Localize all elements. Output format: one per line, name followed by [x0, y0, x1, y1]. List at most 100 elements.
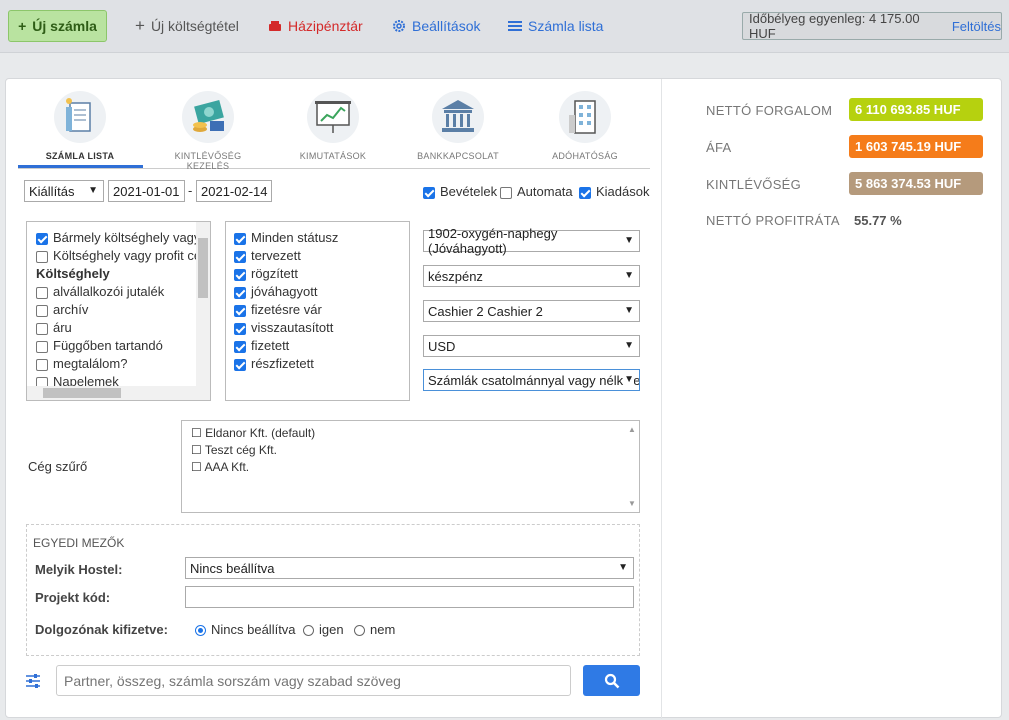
date-to-input[interactable]: 2021-02-14 — [196, 180, 272, 202]
list-item[interactable]: fizetésre vár — [234, 302, 322, 317]
list-item[interactable]: rögzített — [234, 266, 298, 281]
top-toolbar: + Új számla + Új költségtétel Házipénztá… — [0, 0, 1009, 53]
list-group-heading: Költséghely — [36, 266, 110, 281]
top-up-link[interactable]: Feltöltés — [952, 19, 1001, 34]
cash-register-button[interactable]: Házipénztár — [268, 10, 363, 42]
module-tabs: SZÁMLA LISTA KINTLÉVŐSÉG KEZELÉS KIMUTAT… — [18, 91, 650, 171]
scrollbar-thumb[interactable] — [198, 238, 208, 298]
building-icon — [559, 91, 611, 143]
net-turnover-label: NETTÓ FORGALOM — [706, 103, 833, 118]
horizontal-scrollbar[interactable] — [27, 386, 210, 400]
hostel-label: Melyik Hostel: — [35, 562, 123, 577]
tab-invoice-list[interactable]: SZÁMLA LISTA — [25, 91, 135, 161]
caret-down-icon: ▼ — [624, 235, 634, 246]
main-panel: SZÁMLA LISTA KINTLÉVŐSÉG KEZELÉS KIMUTAT… — [5, 78, 1002, 719]
list-item[interactable]: részfizetett — [234, 356, 314, 371]
list-item[interactable]: megtalálom? — [36, 356, 127, 371]
checkbox-icon — [36, 286, 48, 299]
tab-tax-authority[interactable]: ADÓHATÓSÁG — [530, 91, 640, 161]
expenses-checkbox[interactable]: Kiadások — [579, 184, 649, 199]
scroll-down-icon[interactable]: ▼ — [628, 499, 636, 508]
cost-center-list[interactable]: Bármely költséghely vagy Költséghely vag… — [26, 221, 211, 401]
receivables-label: KINTLÉVŐSÉG — [706, 177, 802, 192]
list-item[interactable]: fizetett — [234, 338, 289, 353]
list-item[interactable]: ☐ Teszt cég Kft. — [191, 443, 277, 457]
search-button[interactable] — [583, 665, 640, 696]
list-item[interactable]: tervezett — [234, 248, 301, 263]
checkbox-icon — [36, 322, 48, 335]
list-item[interactable]: Bármely költséghely vagy — [36, 230, 200, 245]
radio-yes[interactable]: igen — [303, 622, 344, 637]
filter-settings-icon[interactable] — [25, 673, 41, 692]
list-item[interactable]: alvállalkozói jutalék — [36, 284, 164, 299]
automatic-checkbox[interactable]: Automata — [500, 184, 573, 199]
checkbox-icon: ☐ — [191, 426, 206, 440]
receivables-value: 5 863 374.53 HUF — [849, 172, 983, 195]
scroll-up-icon[interactable]: ▲ — [628, 425, 636, 434]
list-item[interactable]: visszautasított — [234, 320, 333, 335]
hostel-select[interactable]: Nincs beállítva ▼ — [185, 557, 634, 579]
checkbox-icon — [234, 304, 246, 317]
project-code-input[interactable] — [185, 586, 634, 608]
list-item[interactable]: Költséghely vagy profit ce — [36, 248, 201, 263]
tab-bank[interactable]: BANKKAPCSOLAT — [403, 91, 513, 161]
vertical-scrollbar[interactable]: ▲ ▼ — [625, 421, 639, 512]
radio-icon — [195, 625, 206, 637]
checkbox-icon — [234, 340, 246, 353]
list-item[interactable]: ☐ AAA Kft. — [191, 460, 249, 474]
payment-method-select[interactable]: készpénz ▼ — [423, 265, 640, 287]
checkbox-icon — [36, 304, 48, 317]
list-item[interactable]: ☐ Eldanor Kft. (default) — [191, 426, 315, 440]
list-item[interactable]: Függőben tartandó — [36, 338, 163, 353]
net-profit-value: 55.77 % — [854, 213, 902, 228]
tab-reports[interactable]: KIMUTATÁSOK — [278, 91, 388, 161]
radio-not-set[interactable]: Nincs beállítva — [195, 622, 296, 637]
bank-icon — [432, 91, 484, 143]
custom-fields-section: EGYEDI MEZŐK Melyik Hostel: Nincs beállí… — [26, 524, 640, 656]
caret-down-icon: ▼ — [624, 270, 634, 281]
checkbox-icon: ☐ — [191, 443, 205, 457]
status-list[interactable]: Minden státusz tervezett rögzített jóváh… — [225, 221, 410, 401]
checkbox-icon — [234, 286, 246, 299]
net-profit-label: NETTÓ PROFITRÁTA — [706, 213, 840, 228]
attachment-filter-select[interactable]: Számlák csatolmánnyal vagy nélküle ▼ — [423, 369, 640, 391]
caret-down-icon: ▼ — [624, 305, 634, 316]
new-invoice-button[interactable]: + Új számla — [8, 10, 107, 42]
checkbox-icon — [234, 358, 246, 371]
stamp-balance: Időbélyeg egyenleg: 4 175.00 HUF Feltölt… — [742, 11, 1002, 41]
checkbox-icon — [36, 340, 48, 353]
vertical-scrollbar[interactable] — [196, 222, 210, 388]
search-icon — [604, 673, 619, 688]
radio-no[interactable]: nem — [354, 622, 395, 637]
currency-select[interactable]: USD ▼ — [423, 335, 640, 357]
search-input[interactable] — [56, 665, 571, 696]
income-checkbox[interactable]: Bevételek — [423, 184, 497, 199]
settings-button[interactable]: Beállítások — [392, 10, 480, 42]
new-expense-button[interactable]: + Új költségtétel — [135, 10, 239, 42]
caret-down-icon: ▼ — [624, 340, 634, 351]
checkbox-icon — [579, 186, 591, 199]
scrollbar-thumb[interactable] — [43, 388, 121, 398]
plus-icon: + — [135, 16, 145, 35]
company-filter-list[interactable]: ☐ Eldanor Kft. (default) ☐ Teszt cég Kft… — [181, 420, 640, 513]
list-item[interactable]: áru — [36, 320, 72, 335]
date-separator: - — [188, 183, 193, 198]
caret-down-icon: ▼ — [624, 374, 634, 385]
list-item[interactable]: archív — [36, 302, 88, 317]
net-turnover-value: 6 110 693.85 HUF — [849, 98, 983, 121]
tab-receivables[interactable]: KINTLÉVŐSÉG KEZELÉS — [153, 91, 263, 171]
checkbox-icon — [36, 232, 48, 245]
company-filter-label: Cég szűrő — [28, 459, 88, 474]
list-item[interactable]: Minden státusz — [234, 230, 338, 245]
vat-value: 1 603 745.19 HUF — [849, 135, 983, 158]
date-from-input[interactable]: 2021-01-01 — [108, 180, 185, 202]
account-select[interactable]: 1902-oxygén-naphegy (Jóváhagyott) ▼ — [423, 226, 640, 256]
invoice-list-button[interactable]: Számla lista — [508, 10, 603, 42]
date-type-select[interactable]: Kiállítás ▼ — [24, 180, 104, 202]
list-item[interactable]: jóváhagyott — [234, 284, 318, 299]
checkbox-icon — [36, 358, 48, 371]
project-code-label: Projekt kód: — [35, 590, 111, 605]
checkbox-icon — [500, 186, 512, 199]
cashier-select[interactable]: Cashier 2 Cashier 2 ▼ — [423, 300, 640, 322]
checkbox-icon — [423, 186, 435, 199]
